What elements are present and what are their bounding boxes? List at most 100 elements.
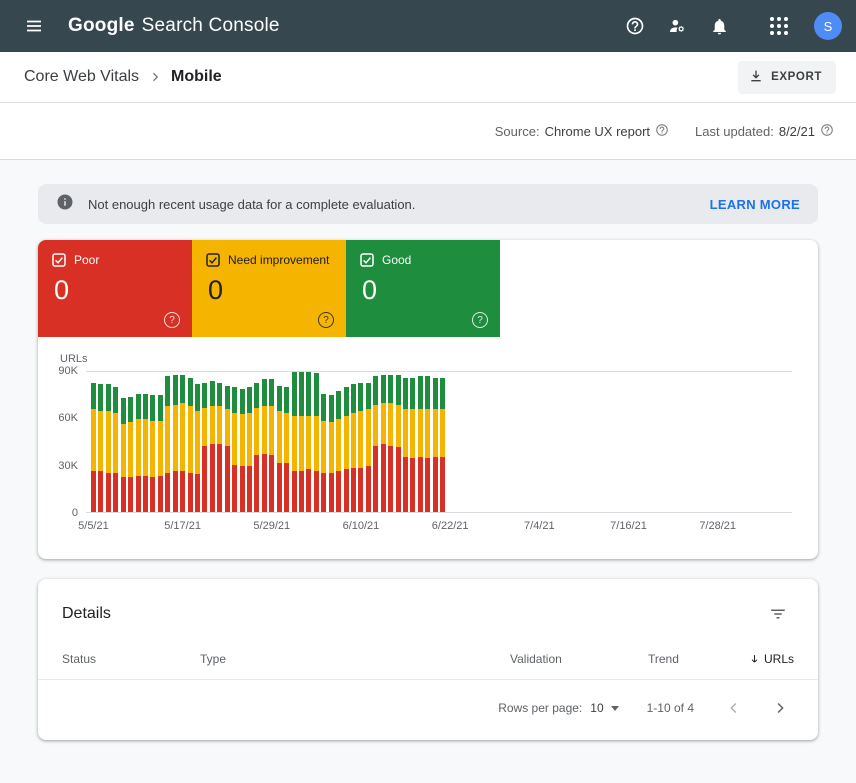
tile-count: 0 <box>362 275 488 306</box>
chart-bar[interactable] <box>292 372 297 512</box>
chart-bar[interactable] <box>425 376 430 512</box>
table-pagination: Rows per page: 10 1-10 of 4 <box>38 680 818 740</box>
tile-good[interactable]: Good 0 ? <box>346 240 500 337</box>
app-logo[interactable]: Google Search Console <box>68 15 280 37</box>
chart-bar[interactable] <box>373 376 378 512</box>
chart-bar[interactable] <box>366 383 371 512</box>
chart-bar[interactable] <box>210 381 215 512</box>
chart-bar[interactable] <box>388 375 393 512</box>
column-status[interactable]: Status <box>62 652 200 666</box>
previous-page-icon[interactable] <box>722 696 746 720</box>
status-tiles: Poor 0 ? Need improvement 0 ? Good 0 ? <box>38 240 818 337</box>
chart-bar[interactable] <box>188 378 193 512</box>
info-icon <box>56 193 74 216</box>
chart-bar[interactable] <box>344 387 349 512</box>
help-icon[interactable] <box>655 123 669 140</box>
chart-bar[interactable] <box>98 384 103 512</box>
chart-bar[interactable] <box>329 395 334 512</box>
chart-bar[interactable] <box>269 379 274 512</box>
help-icon[interactable]: ? <box>472 312 488 328</box>
chart-bar[interactable] <box>277 386 282 512</box>
chart-bar[interactable] <box>143 394 148 512</box>
logo-product: Search Console <box>142 15 280 37</box>
learn-more-link[interactable]: LEARN MORE <box>710 197 800 212</box>
chart-bar[interactable] <box>165 376 170 512</box>
y-axis-title: URLs <box>60 353 792 365</box>
chart-bar[interactable] <box>262 379 267 512</box>
avatar-letter: S <box>824 19 833 34</box>
source-meta: Source: Chrome UX report <box>495 123 669 140</box>
chart-bar[interactable] <box>284 387 289 512</box>
source-value: Chrome UX report <box>545 124 650 139</box>
avatar[interactable]: S <box>814 12 842 40</box>
chart-bar[interactable] <box>121 398 126 512</box>
chart-bar[interactable] <box>202 383 207 512</box>
column-trend[interactable]: Trend <box>648 652 748 666</box>
chart-bar[interactable] <box>396 375 401 512</box>
topbar: Google Search Console S <box>0 0 856 52</box>
chart-bar[interactable] <box>306 372 311 512</box>
source-label: Source: <box>495 124 540 139</box>
chart-bar[interactable] <box>158 395 163 512</box>
chart-bar[interactable] <box>299 372 304 512</box>
chart-bar[interactable] <box>150 395 155 512</box>
checkbox-checked-icon <box>360 253 374 267</box>
tile-poor[interactable]: Poor 0 ? <box>38 240 192 337</box>
chart-bar[interactable] <box>173 375 178 512</box>
chart-bar[interactable] <box>240 389 245 512</box>
table-header-row: Status Type Validation Trend URLs <box>38 646 818 680</box>
help-icon[interactable]: ? <box>164 312 180 328</box>
chart-bar[interactable] <box>106 384 111 512</box>
chart-bar[interactable] <box>128 397 133 512</box>
chart-bar[interactable] <box>217 383 222 512</box>
chart-bar[interactable] <box>336 391 341 512</box>
chart-bar[interactable] <box>225 386 230 512</box>
chart-bar[interactable] <box>180 375 185 512</box>
last-updated-meta: Last updated: 8/2/21 <box>695 123 834 140</box>
chart-bar[interactable] <box>314 373 319 512</box>
cwv-chart-card: Poor 0 ? Need improvement 0 ? Good 0 ? U… <box>38 240 818 559</box>
tile-count: 0 <box>54 275 180 306</box>
download-icon <box>748 68 764 87</box>
report-meta: Source: Chrome UX report Last updated: 8… <box>0 103 856 160</box>
help-icon[interactable] <box>616 7 654 45</box>
column-urls[interactable]: URLs <box>748 652 794 666</box>
export-label: EXPORT <box>771 71 822 83</box>
chart-bar[interactable] <box>418 376 423 512</box>
apps-grid-icon[interactable] <box>760 7 798 45</box>
notifications-bell-icon[interactable] <box>700 7 738 45</box>
help-icon[interactable]: ? <box>318 312 334 328</box>
help-icon[interactable] <box>820 123 834 140</box>
chart-bar[interactable] <box>91 383 96 512</box>
last-updated-label: Last updated: <box>695 124 774 139</box>
breadcrumb-section[interactable]: Core Web Vitals <box>24 68 139 86</box>
hamburger-menu-icon[interactable] <box>14 6 54 46</box>
chart-bar[interactable] <box>136 394 141 512</box>
details-card: Details Status Type Validation Trend URL… <box>38 579 818 740</box>
chart-bar[interactable] <box>381 375 386 512</box>
column-type[interactable]: Type <box>200 652 510 666</box>
user-settings-icon[interactable] <box>658 7 696 45</box>
chart-bar[interactable] <box>351 384 356 512</box>
next-page-icon[interactable] <box>768 696 792 720</box>
chart-bar[interactable] <box>195 384 200 512</box>
chart-bar[interactable] <box>358 383 363 512</box>
chart-bar[interactable] <box>321 394 326 512</box>
chart-bar[interactable] <box>254 383 259 512</box>
column-validation[interactable]: Validation <box>510 652 648 666</box>
tile-label: Need improvement <box>228 253 329 267</box>
filter-icon[interactable] <box>762 598 794 630</box>
chart-bar[interactable] <box>440 378 445 512</box>
chevron-right-icon <box>149 71 161 83</box>
tile-need-improvement[interactable]: Need improvement 0 ? <box>192 240 346 337</box>
chart-bar[interactable] <box>232 387 237 512</box>
chart-bar[interactable] <box>433 378 438 512</box>
banner-message: Not enough recent usage data for a compl… <box>88 197 415 212</box>
chart-bar[interactable] <box>410 378 415 512</box>
rows-per-page-select[interactable]: 10 <box>590 701 618 715</box>
chart-bar[interactable] <box>403 378 408 512</box>
tile-label: Poor <box>74 253 99 267</box>
export-button[interactable]: EXPORT <box>738 61 836 94</box>
chart-bar[interactable] <box>113 387 118 512</box>
chart-bar[interactable] <box>247 387 252 512</box>
